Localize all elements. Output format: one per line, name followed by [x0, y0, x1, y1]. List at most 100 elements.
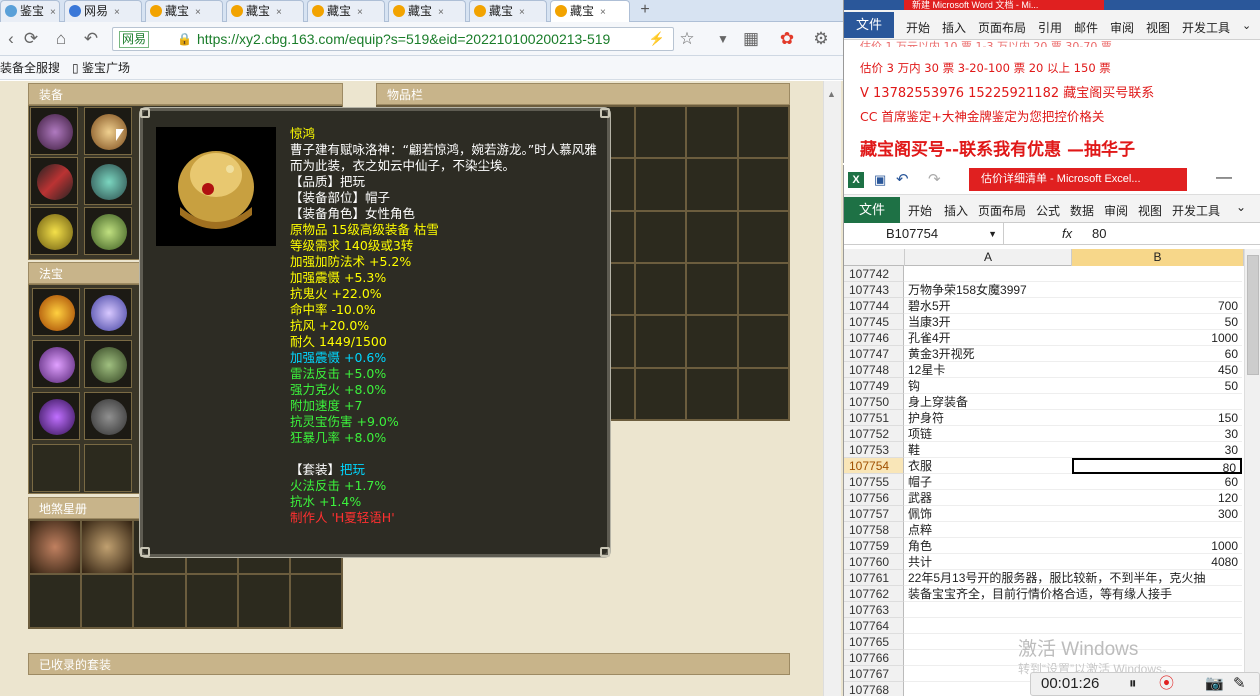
cell-b[interactable]: 120	[1072, 490, 1242, 506]
excel-tab[interactable]: 开始	[908, 202, 932, 219]
cell-a[interactable]: 衣服	[904, 458, 1072, 474]
word-tab[interactable]: 审阅	[1110, 19, 1134, 36]
cell-b[interactable]: 1000	[1072, 330, 1242, 346]
row-number[interactable]: 107755	[844, 474, 904, 490]
star-icon[interactable]: ☆	[676, 28, 698, 50]
equip-slot[interactable]	[84, 207, 132, 255]
cell-a[interactable]: 碧水5开	[904, 298, 1072, 314]
close-icon[interactable]: ×	[438, 7, 444, 18]
undo-icon[interactable]: ↶	[80, 28, 102, 50]
cell-b[interactable]: 30	[1072, 426, 1242, 442]
row-number[interactable]: 107759	[844, 538, 904, 554]
cell-b[interactable]: 450	[1072, 362, 1242, 378]
cell-b[interactable]: 50	[1072, 378, 1242, 394]
excel-tab[interactable]: 插入	[944, 202, 968, 219]
word-tab[interactable]: 插入	[942, 19, 966, 36]
bolt-icon[interactable]: ⚡	[649, 31, 665, 47]
close-icon[interactable]: ×	[519, 7, 525, 18]
cell-a[interactable]: 佩饰	[904, 506, 1072, 522]
cell-b[interactable]	[1072, 602, 1242, 618]
row-number[interactable]: 107751	[844, 410, 904, 426]
close-icon[interactable]: ×	[357, 7, 363, 18]
close-icon[interactable]: ×	[276, 7, 282, 18]
equip-slot[interactable]	[30, 207, 78, 255]
cell-b[interactable]	[1072, 522, 1242, 538]
excel-tab[interactable]: 数据	[1070, 202, 1094, 219]
fabao-slot[interactable]	[32, 392, 80, 440]
cell-a[interactable]	[904, 266, 1072, 282]
cell-a[interactable]: 黄金3开视死	[904, 346, 1072, 362]
row-number[interactable]: 107757	[844, 506, 904, 522]
undo-icon[interactable]: ↶	[896, 170, 909, 188]
cell-a[interactable]	[904, 602, 1072, 618]
chevron-down-icon[interactable]: ⌄	[1242, 19, 1251, 32]
browser-tab-7[interactable]: 藏宝 ×	[469, 0, 547, 22]
row-number[interactable]: 107763	[844, 602, 904, 618]
row-number[interactable]: 107758	[844, 522, 904, 538]
home-icon[interactable]: ⌂	[50, 28, 72, 50]
cell-b[interactable]	[1072, 570, 1242, 586]
scroll-thumb[interactable]	[1247, 255, 1259, 375]
browser-tab-8[interactable]: 藏宝 ×	[550, 0, 630, 22]
address-bar[interactable]: 网易 🔒 https://xy2.cbg.163.com/equip?s=519…	[112, 27, 674, 51]
save-icon[interactable]: ▣	[874, 172, 886, 188]
row-number[interactable]: 107765	[844, 634, 904, 650]
cell-b[interactable]: 50	[1072, 314, 1242, 330]
redo-icon[interactable]: ↷	[928, 170, 941, 188]
fabao-slot[interactable]	[84, 392, 132, 440]
row-number[interactable]: 107749	[844, 378, 904, 394]
word-file-tab[interactable]: 文件	[844, 12, 894, 38]
row-number[interactable]: 107750	[844, 394, 904, 410]
browser-tab-1[interactable]: 鉴宝 ×	[0, 0, 60, 22]
row-number[interactable]: 107748	[844, 362, 904, 378]
cell-b[interactable]: 150	[1072, 410, 1242, 426]
excel-tab[interactable]: 审阅	[1104, 202, 1128, 219]
cell-a[interactable]: 身上穿装备	[904, 394, 1072, 410]
cell-a[interactable]: 武器	[904, 490, 1072, 506]
excel-tab[interactable]: 视图	[1138, 202, 1162, 219]
row-number[interactable]: 107746	[844, 330, 904, 346]
close-icon[interactable]: ×	[114, 7, 120, 18]
row-number[interactable]: 107761	[844, 570, 904, 586]
fabao-slot[interactable]	[84, 288, 132, 336]
close-icon[interactable]: ×	[50, 7, 56, 18]
record-icon[interactable]: ⦿	[1159, 673, 1174, 695]
word-tab[interactable]: 引用	[1038, 19, 1062, 36]
scroll-up-icon[interactable]: ▲	[827, 89, 837, 101]
minimize-icon[interactable]: —	[1216, 169, 1232, 187]
cell-a[interactable]: 22年5月13号开的服务器，服比较新，不到半年，克火抽	[904, 570, 1205, 586]
cell-a[interactable]: 孔雀4开	[904, 330, 1072, 346]
row-number[interactable]: 107767	[844, 666, 904, 682]
row-number[interactable]: 107756	[844, 490, 904, 506]
back-icon[interactable]: ‹	[0, 28, 22, 50]
cell-a[interactable]: 装备宝宝齐全，目前行情价格合适，等有缘人接手	[904, 586, 1172, 602]
refresh-icon[interactable]: ⟳	[20, 28, 42, 50]
excel-file-tab[interactable]: 文件	[844, 197, 900, 223]
cell-b[interactable]: 1000	[1072, 538, 1242, 554]
equip-slot[interactable]	[84, 107, 132, 155]
equip-slot[interactable]	[30, 107, 78, 155]
row-number[interactable]: 107766	[844, 650, 904, 666]
cell-a[interactable]: 项链	[904, 426, 1072, 442]
word-tab[interactable]: 视图	[1146, 19, 1170, 36]
bookmark-item[interactable]: ▯ 鉴宝广场	[72, 56, 130, 80]
cell-a[interactable]: 帽子	[904, 474, 1072, 490]
cell-b[interactable]	[1072, 618, 1242, 634]
cell-b[interactable]: 700	[1072, 298, 1242, 314]
equip-slot[interactable]	[30, 157, 78, 205]
row-number[interactable]: 107744	[844, 298, 904, 314]
browser-tab-3[interactable]: 藏宝 ×	[145, 0, 223, 22]
tools-icon[interactable]: ⚙	[810, 28, 832, 50]
cell-a[interactable]: 角色	[904, 538, 1072, 554]
chevron-down-icon[interactable]: ⌄	[1236, 200, 1246, 214]
cell-a[interactable]: 共计	[904, 554, 1072, 570]
equip-slot[interactable]	[84, 157, 132, 205]
game-icon[interactable]: ✿	[776, 28, 798, 50]
cell-a[interactable]: 点粹	[904, 522, 1072, 538]
row-number[interactable]: 107754	[844, 458, 904, 474]
browser-tab-6[interactable]: 藏宝 ×	[388, 0, 466, 22]
fabao-slot[interactable]	[32, 444, 80, 492]
dropdown-icon[interactable]: ▼	[712, 28, 734, 50]
fabao-slot[interactable]	[84, 444, 132, 492]
cell-a[interactable]	[904, 618, 1072, 634]
